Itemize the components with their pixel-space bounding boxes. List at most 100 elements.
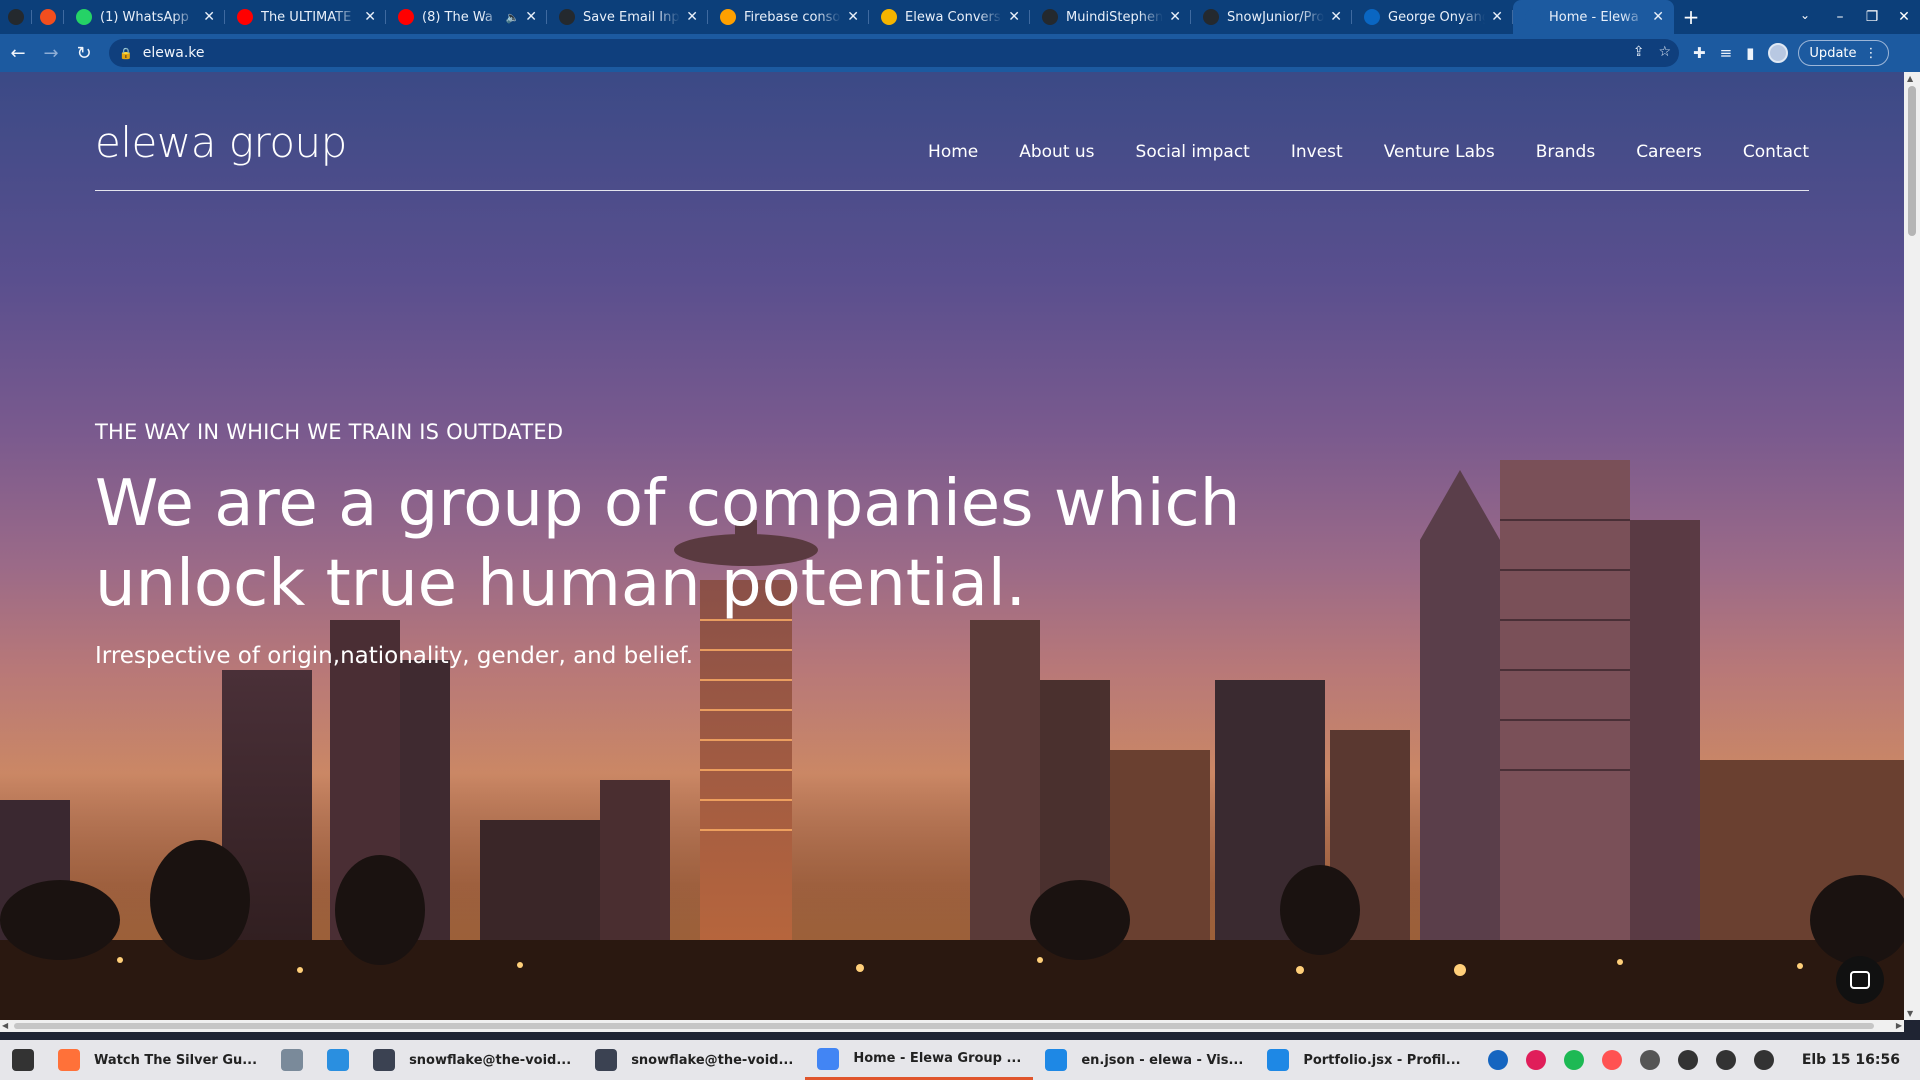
tab-close-icon[interactable]: ✕ (686, 9, 698, 25)
recorder-icon[interactable] (1601, 1050, 1622, 1070)
horizontal-scroll-thumb[interactable] (14, 1023, 1874, 1029)
tab-title: Firebase conso (744, 9, 841, 25)
linkedin-icon (1364, 9, 1380, 25)
taskbar-item-label: Home - Elewa Group ... (853, 1051, 1022, 1066)
browser-tab[interactable]: (1) WhatsApp ✕ (64, 0, 225, 34)
firebase-icon (720, 9, 736, 25)
profile-avatar[interactable] (1768, 43, 1789, 63)
taskbar-item[interactable] (269, 1040, 315, 1080)
nav-link-about-us[interactable]: About us (1019, 142, 1094, 162)
github-icon (8, 9, 24, 25)
files-icon (281, 1049, 304, 1071)
chat-widget-button[interactable] (1836, 956, 1884, 1004)
header-divider (95, 190, 1809, 191)
browser-tab[interactable]: Firebase conso ✕ (708, 0, 869, 34)
forward-icon[interactable]: → (36, 43, 66, 64)
tab-close-icon[interactable]: ✕ (1491, 9, 1503, 25)
taskbar-item[interactable] (315, 1040, 361, 1080)
browser-tab[interactable]: George Onyang ✕ (1352, 0, 1513, 34)
battery-icon[interactable] (1753, 1050, 1774, 1070)
extensions-icon[interactable]: ✚ (1693, 44, 1706, 62)
taskbar-item[interactable] (0, 1040, 46, 1080)
nav-link-invest[interactable]: Invest (1291, 142, 1343, 162)
nav-link-home[interactable]: Home (928, 142, 978, 162)
tab-close-icon[interactable]: ✕ (364, 9, 376, 25)
browser-tab[interactable] (32, 0, 64, 34)
tab-search-button[interactable]: ⌄ (1800, 8, 1810, 22)
browser-tab[interactable]: SnowJunior/Pro ✕ (1191, 0, 1352, 34)
window-controls: – ❐ ✕ (1824, 0, 1920, 34)
volume-icon[interactable] (1715, 1050, 1736, 1070)
scroll-right-icon[interactable]: ▶ (1896, 1021, 1902, 1030)
hero-headline: We are a group of companies which unlock… (95, 464, 1295, 624)
hero-eyebrow: THE WAY IN WHICH WE TRAIN IS OUTDATED (95, 420, 564, 444)
taskbar-item[interactable]: Watch The Silver Gu... (46, 1040, 269, 1080)
nav-link-venture-labs[interactable]: Venture Labs (1384, 142, 1495, 162)
horizontal-scrollbar[interactable]: ◀ ▶ (0, 1020, 1904, 1032)
minimize-icon[interactable]: – (1824, 9, 1856, 25)
browser-tab[interactable]: Save Email Inpu ✕ (547, 0, 708, 34)
tab-close-icon[interactable]: ✕ (525, 9, 537, 25)
taskbar-item-label: Watch The Silver Gu... (94, 1052, 258, 1068)
scroll-left-icon[interactable]: ◀ (2, 1021, 8, 1030)
vertical-scrollbar[interactable]: ▲ ▼ (1904, 72, 1920, 1020)
taskbar-item[interactable]: en.json - elewa - Vis... (1033, 1040, 1255, 1080)
nav-link-contact[interactable]: Contact (1743, 142, 1809, 162)
scroll-down-icon[interactable]: ▼ (1907, 1009, 1913, 1018)
scroll-up-icon[interactable]: ▲ (1907, 74, 1913, 83)
github-icon (1042, 9, 1058, 25)
tab-close-icon[interactable]: ✕ (1652, 9, 1664, 25)
chat-bubble-icon (1850, 971, 1870, 989)
tab-close-icon[interactable]: ✕ (203, 9, 215, 25)
network-icon[interactable] (1639, 1050, 1660, 1070)
reload-icon[interactable]: ↻ (69, 43, 99, 64)
kebab-menu-icon[interactable]: ⋮ (1865, 46, 1878, 61)
browser-tab[interactable]: Elewa Convers ✕ (869, 0, 1030, 34)
tab-close-icon[interactable]: ✕ (1008, 9, 1020, 25)
side-panel-icon[interactable]: ▮ (1746, 44, 1754, 62)
address-bar[interactable]: 🔒 elewa.ke ⇪ ☆ (109, 39, 1679, 67)
taskbar-item[interactable]: snowflake@the-void... (361, 1040, 583, 1080)
nav-link-brands[interactable]: Brands (1536, 142, 1596, 162)
restore-icon[interactable]: ❐ (1856, 9, 1888, 25)
browser-tab[interactable]: (8) The Wa 🔈 ✕ (386, 0, 547, 34)
tab-title: (1) WhatsApp (100, 9, 189, 25)
wifi-icon[interactable] (1677, 1050, 1698, 1070)
nav-link-careers[interactable]: Careers (1636, 142, 1702, 162)
lock-icon[interactable]: 🔒 (119, 47, 133, 60)
reading-list-icon[interactable]: ≡ (1720, 44, 1733, 62)
youtube-icon (398, 9, 414, 25)
new-tab-button[interactable]: + (1676, 5, 1706, 29)
elewa-icon (1525, 9, 1541, 25)
spotify-icon[interactable] (1563, 1050, 1584, 1070)
zorin-menu-icon (12, 1049, 34, 1071)
bookmark-star-icon[interactable]: ☆ (1658, 44, 1671, 60)
vscode-icon (1267, 1049, 1290, 1071)
browser-tab[interactable]: MuindiStephen ✕ (1030, 0, 1191, 34)
share-icon[interactable]: ⇪ (1633, 44, 1645, 60)
update-button[interactable]: Update ⋮ (1798, 40, 1889, 66)
app-icon[interactable] (1487, 1050, 1508, 1070)
tab-close-icon[interactable]: ✕ (847, 9, 859, 25)
tab-close-icon[interactable]: ✕ (1330, 9, 1342, 25)
taskbar-item[interactable]: Home - Elewa Group ... (805, 1040, 1034, 1080)
browser-tab[interactable] (0, 0, 32, 34)
whatsapp-icon (76, 9, 92, 25)
nav-link-social-impact[interactable]: Social impact (1136, 142, 1250, 162)
github-icon (559, 9, 575, 25)
taskbar-item[interactable]: snowflake@the-void... (583, 1040, 805, 1080)
close-window-icon[interactable]: ✕ (1888, 9, 1920, 25)
tab-close-icon[interactable]: ✕ (1169, 9, 1181, 25)
terminal-icon (595, 1049, 618, 1071)
youtube-icon (237, 9, 253, 25)
vertical-scroll-thumb[interactable] (1908, 86, 1916, 236)
clock[interactable]: Elb 15 16:56 (1802, 1052, 1900, 1068)
elewa-group-logo[interactable]: elewa group (95, 118, 347, 167)
tab-title: George Onyang (1388, 9, 1486, 25)
browser-tab[interactable]: Home - Elewa ✕ (1513, 0, 1674, 34)
browser-tab[interactable]: The ULTIMATE ✕ (225, 0, 386, 34)
slack-icon[interactable] (1525, 1050, 1546, 1070)
tab-audio-icon[interactable]: 🔈 (506, 11, 520, 24)
back-icon[interactable]: ← (3, 43, 33, 64)
taskbar-item[interactable]: Portfolio.jsx - Profil... (1255, 1040, 1472, 1080)
